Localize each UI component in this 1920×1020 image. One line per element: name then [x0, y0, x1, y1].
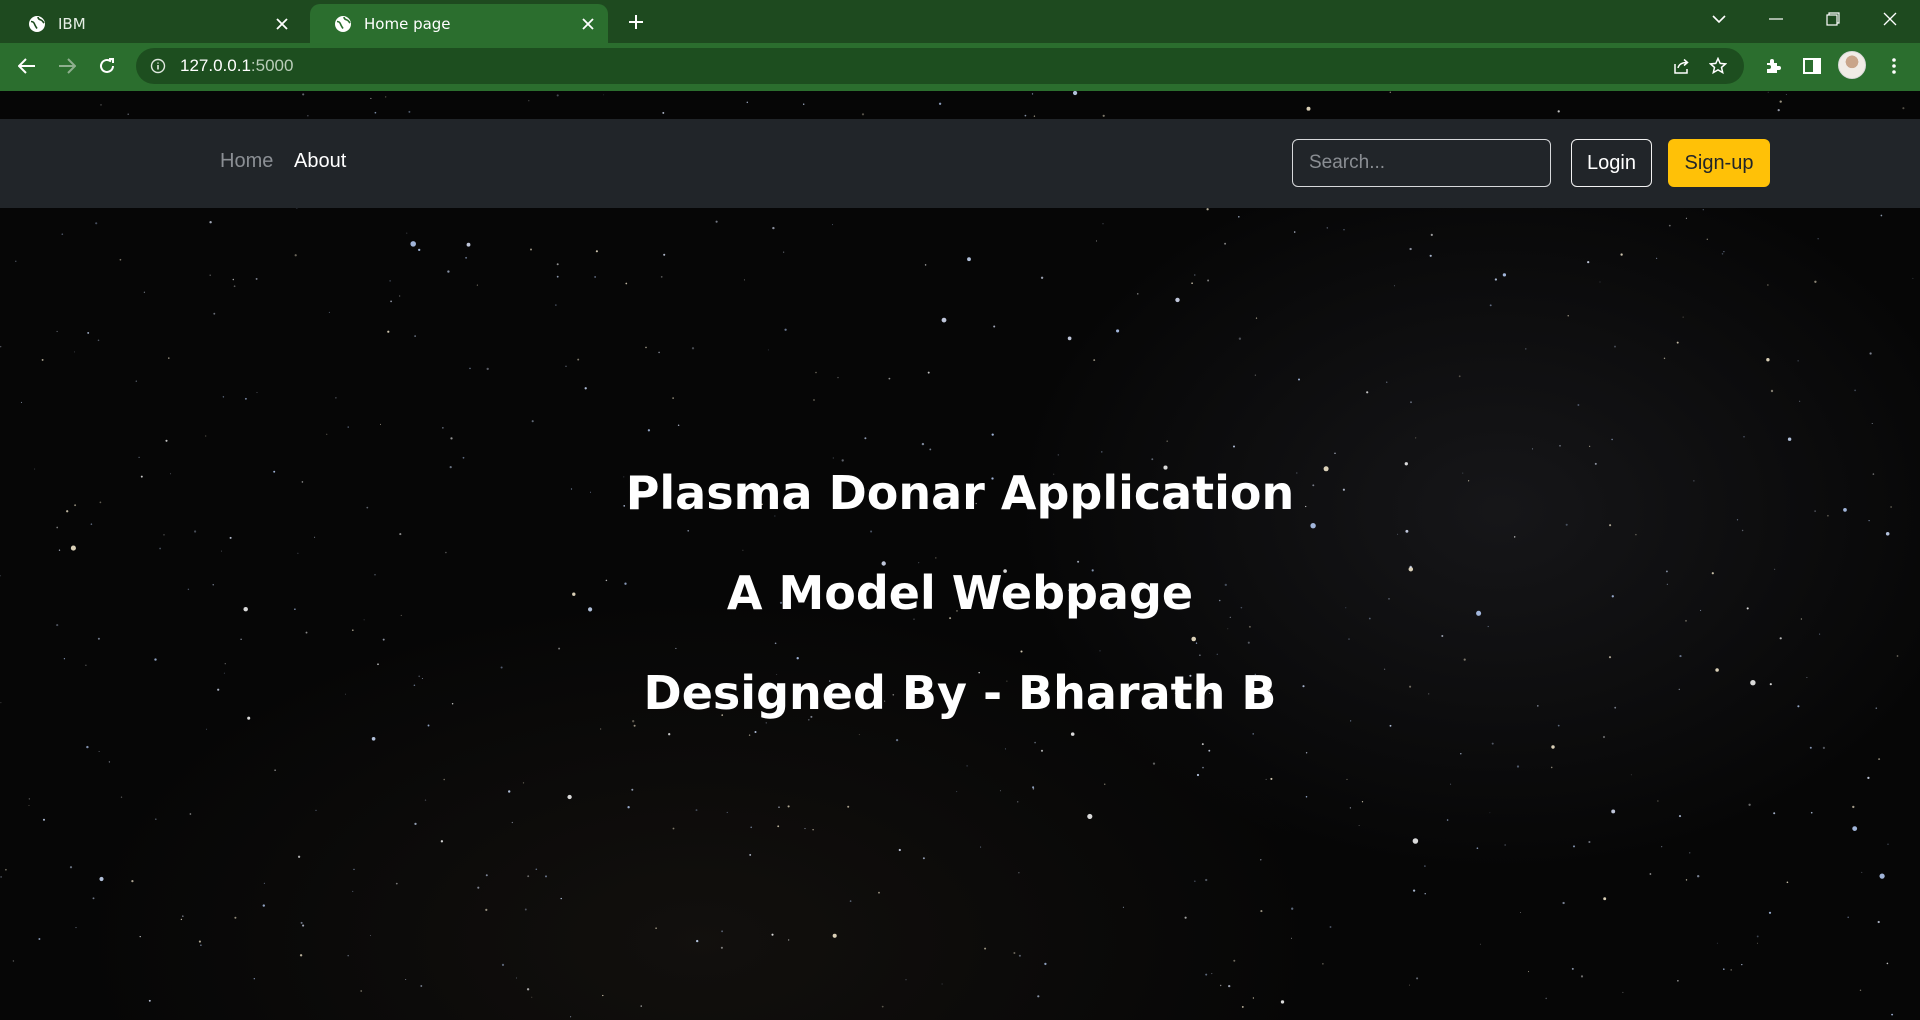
- close-tab-icon[interactable]: [578, 14, 598, 34]
- hero-subtitle: A Model Webpage: [726, 566, 1194, 620]
- hero-section: Plasma Donar Application A Model Webpage…: [0, 443, 1920, 743]
- reload-icon[interactable]: [91, 50, 123, 82]
- bookmark-star-icon[interactable]: [1704, 55, 1732, 77]
- search-input[interactable]: [1292, 139, 1551, 187]
- side-panel-icon[interactable]: [1796, 50, 1828, 82]
- address-port: :5000: [250, 56, 294, 75]
- browser-tab-ibm[interactable]: IBM: [4, 4, 302, 43]
- nav-link-home[interactable]: Home: [220, 150, 273, 173]
- extensions-puzzle-icon[interactable]: [1757, 50, 1789, 82]
- browser-tab-strip: IBM Home page: [0, 0, 1920, 43]
- globe-icon: [334, 15, 352, 33]
- globe-icon: [28, 15, 46, 33]
- hero-credit: Designed By - Bharath B: [643, 666, 1277, 720]
- browser-tab-title: Home page: [364, 14, 451, 33]
- browser-tab-home-page[interactable]: Home page: [310, 4, 608, 43]
- share-icon[interactable]: [1668, 55, 1696, 77]
- profile-avatar[interactable]: [1838, 51, 1866, 79]
- hero-title: Plasma Donar Application: [625, 466, 1295, 520]
- login-button[interactable]: Login: [1571, 139, 1652, 187]
- new-tab-icon[interactable]: [622, 8, 650, 36]
- close-window-icon[interactable]: [1862, 0, 1918, 38]
- nav-link-about[interactable]: About: [294, 150, 346, 173]
- site-info-icon[interactable]: [150, 58, 166, 74]
- forward-arrow-icon[interactable]: [51, 50, 83, 82]
- browser-menu-icon[interactable]: [1878, 50, 1910, 82]
- signup-button[interactable]: Sign-up: [1668, 139, 1770, 187]
- address-host: 127.0.0.1: [180, 56, 251, 75]
- tab-search-chevron-icon[interactable]: [1691, 0, 1747, 38]
- page-viewport: Home About Login Sign-up Plasma Donar Ap…: [0, 91, 1920, 1020]
- site-navbar: Home About Login Sign-up: [0, 119, 1920, 208]
- address-bar[interactable]: 127.0.0.1:5000: [136, 48, 1744, 84]
- minimize-icon[interactable]: [1748, 0, 1804, 38]
- restore-icon[interactable]: [1805, 0, 1861, 38]
- browser-tab-title: IBM: [58, 14, 86, 33]
- browser-toolbar: 127.0.0.1:5000: [0, 43, 1920, 89]
- back-arrow-icon[interactable]: [11, 50, 43, 82]
- close-tab-icon[interactable]: [272, 14, 292, 34]
